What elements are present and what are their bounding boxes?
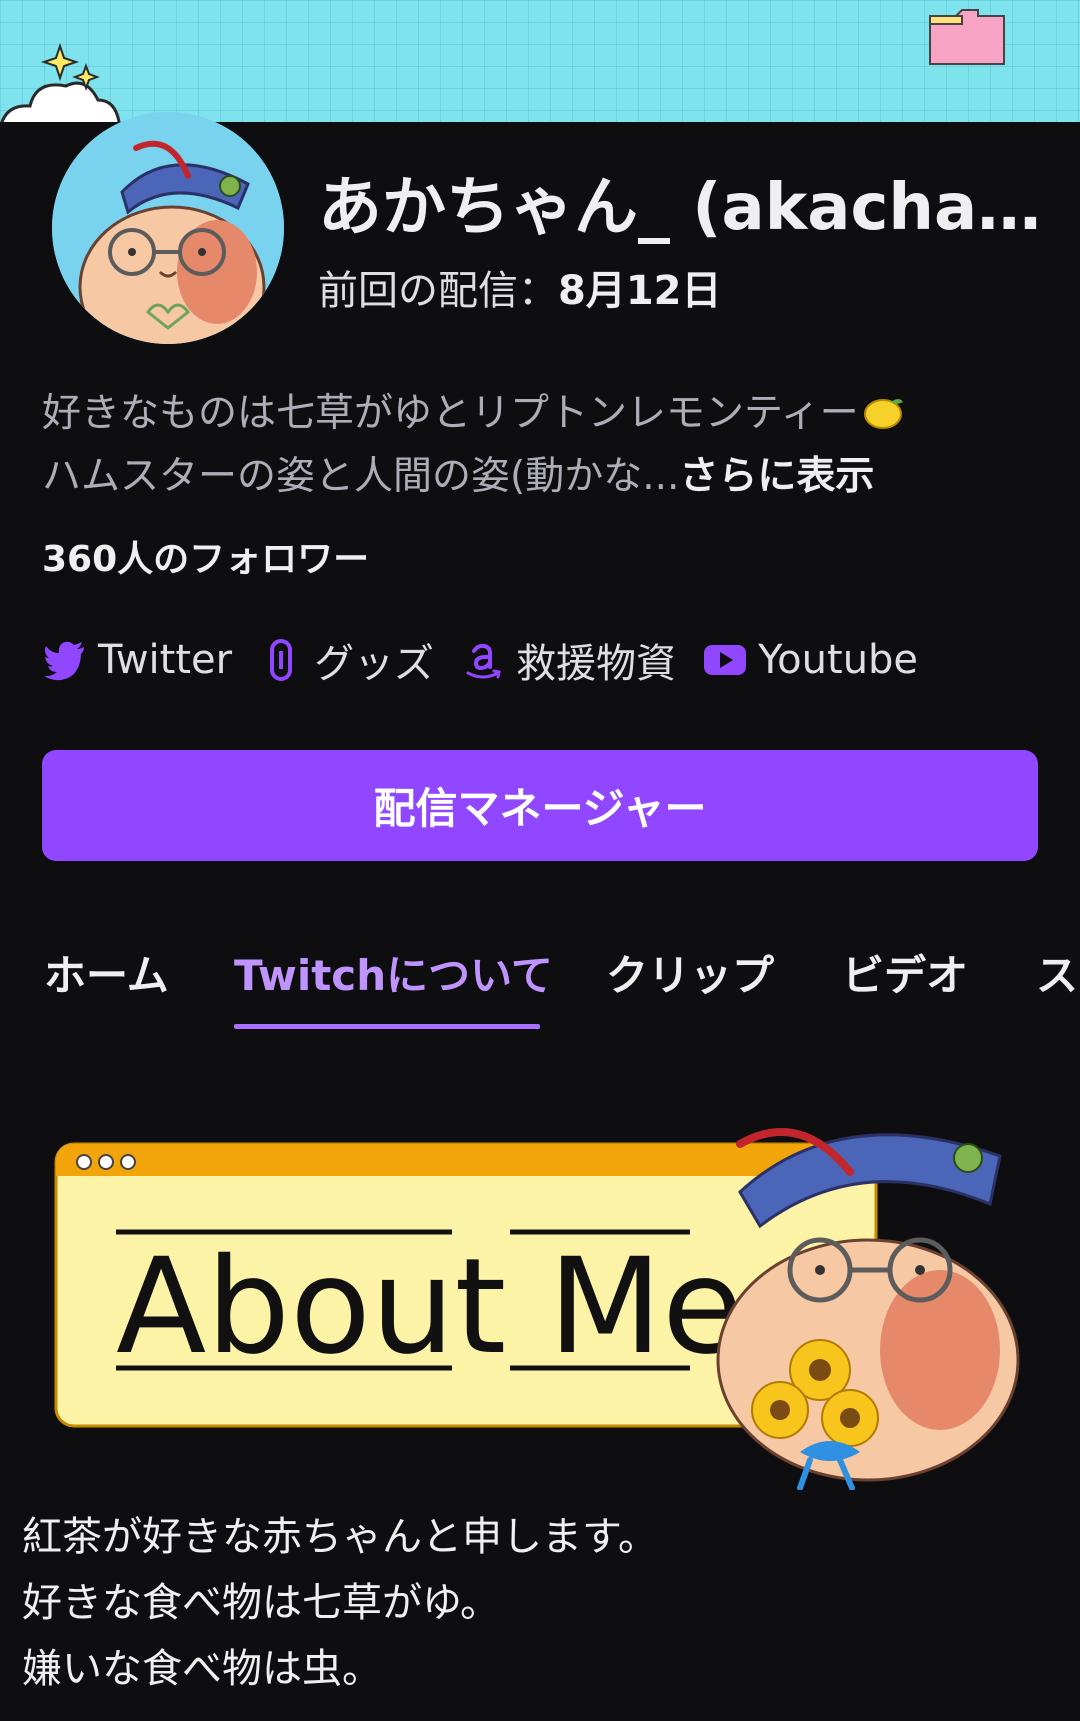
social-link-youtube[interactable]: Youtube <box>702 637 918 683</box>
show-more-link[interactable]: さらに表示 <box>679 454 874 499</box>
cloud-sparkle-icon <box>0 42 121 122</box>
channel-tabs: ホーム Twitchについて クリップ ビデオ ス <box>0 920 1080 1030</box>
channel-bio: 好きなものは七草がゆとリプトンレモンティー ハムスターの姿と人間の姿(動かな..… <box>42 382 1042 508</box>
bio-line-2: ハムスターの姿と人間の姿(動かな...さらに表示 <box>42 445 1042 508</box>
active-tab-indicator <box>234 1024 540 1029</box>
social-link-twitter[interactable]: Twitter <box>42 637 232 683</box>
about-line: 紅茶が好きな赤ちゃんと申します。 <box>22 1514 658 1560</box>
social-label: グッズ <box>314 641 435 687</box>
follower-count: 360人のフォロワー <box>42 539 370 580</box>
link-icon <box>270 639 293 681</box>
bio-line-1: 好きなものは七草がゆとリプトンレモンティー <box>42 382 1042 445</box>
twitter-bird-icon <box>44 641 84 681</box>
last-stream-label: 前回の配信： <box>318 268 558 314</box>
tab-about[interactable]: Twitchについて <box>234 942 553 1003</box>
about-line: 嫌いな食べ物は虫。 <box>22 1646 382 1692</box>
channel-name: あかちゃん_ (akachana... <box>318 171 1078 245</box>
last-stream-date: 8月12日 <box>558 268 722 314</box>
panel-title: About Me <box>116 1230 743 1384</box>
about-me-panel: About Me <box>40 1100 1040 1490</box>
about-me-panel-image: About Me <box>54 1128 1020 1490</box>
bio-text-2: ハムスターの姿と人間の姿(動かな... <box>42 454 680 499</box>
lemon-emoji-icon <box>863 399 903 429</box>
hamster-avatar-icon <box>52 112 284 344</box>
social-label: 救援物資 <box>516 641 677 687</box>
social-link-amazon[interactable]: 救援物資 <box>460 631 676 689</box>
about-description: 紅茶が好きな赤ちゃんと申します。 好きな食べ物は七草がゆ。 嫌いな食べ物は虫。 <box>22 1504 1062 1702</box>
bio-text-1: 好きなものは七草がゆとリプトンレモンティー <box>42 391 859 436</box>
last-stream-info: 前回の配信：8月12日 <box>318 258 722 316</box>
channel-banner <box>0 0 1080 122</box>
social-link-goods[interactable]: グッズ <box>258 631 434 689</box>
about-line: 好きな食べ物は七草がゆ。 <box>22 1580 500 1626</box>
stream-manager-button[interactable]: 配信マネージャー <box>42 750 1038 861</box>
tab-videos[interactable]: ビデオ <box>842 942 968 1003</box>
youtube-icon <box>704 645 747 675</box>
folder-icon <box>929 9 1005 65</box>
tab-home[interactable]: ホーム <box>44 942 169 1003</box>
tab-schedule[interactable]: ス <box>1036 942 1078 1003</box>
amazon-icon <box>466 643 501 679</box>
channel-page: あかちゃん_ (akachana... 前回の配信：8月12日 好きなものは七草… <box>0 0 1080 1721</box>
social-label: Twitter <box>98 637 233 683</box>
social-label: Youtube <box>758 637 919 683</box>
social-links: Twitter グッズ 救援物資 Youtube <box>42 632 944 688</box>
tab-clips[interactable]: クリップ <box>606 942 774 1003</box>
channel-avatar[interactable] <box>52 112 284 344</box>
